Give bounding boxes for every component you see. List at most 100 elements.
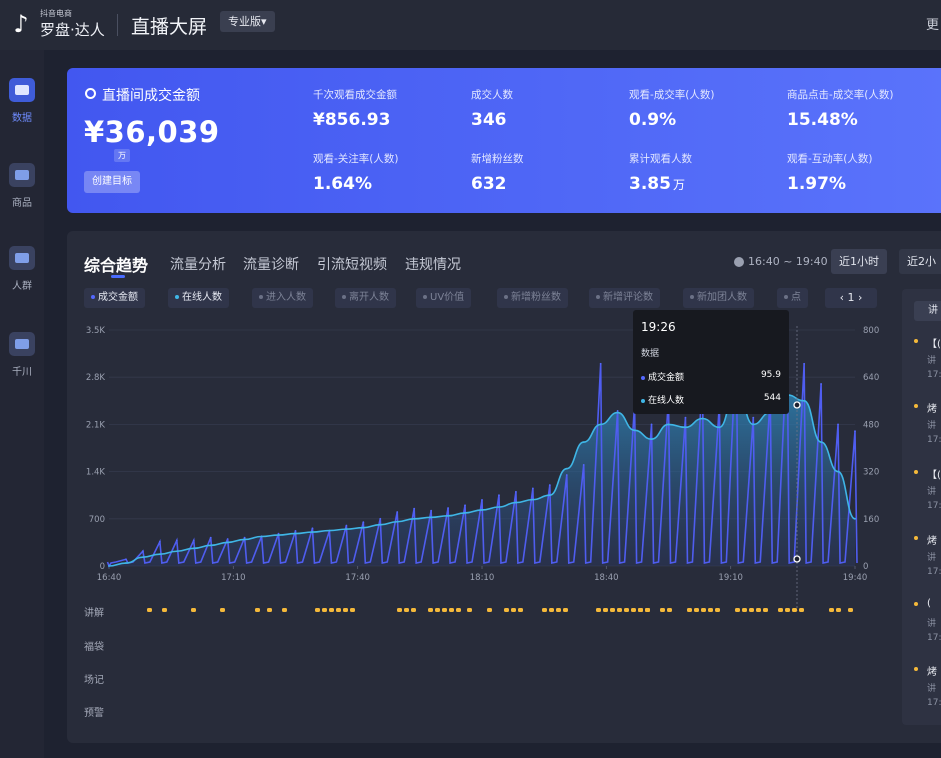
metric-gpm: 千次观看成交金额 ¥856.93 (313, 87, 463, 130)
event-dot (792, 608, 797, 612)
metric-label: 观看-关注率(人数) (313, 153, 399, 165)
event-dot-icon (914, 667, 918, 671)
metric-value: ¥856.93 (313, 110, 391, 130)
event-dot (556, 608, 561, 612)
event-dot (511, 608, 516, 612)
online-point (243, 538, 246, 541)
cart-icon (9, 163, 35, 187)
y-tick-label-left: 0 (100, 562, 105, 572)
event-timeline (147, 608, 853, 612)
y-tick-label-left: 3.5K (86, 326, 106, 336)
event-dot (504, 608, 509, 612)
y-tick-label-right: 800 (863, 326, 879, 336)
online-point (260, 535, 263, 538)
trend-chart[interactable]: 3.5K 2.8K 2.1K 1.4K 700 0 800 640 480 320 160 0 16… (67, 231, 941, 743)
online-point (650, 438, 653, 441)
explain-tab-button[interactable]: 讲 (914, 301, 941, 321)
gmv-point (684, 416, 687, 419)
metric-follow-rate: 观看-关注率(人数) 1.64% (313, 151, 463, 194)
event-dot (147, 608, 152, 612)
gmv-point (752, 416, 755, 419)
event-dot (411, 608, 416, 612)
gmv-point (854, 430, 856, 433)
x-tick-label: 18:10 (470, 573, 495, 583)
gmv-point (158, 540, 161, 543)
x-tick-label: 17:10 (221, 573, 246, 583)
event-dot (255, 608, 260, 612)
gmv-value: ¥36,039 (84, 115, 220, 149)
summary-banner: 直播间成交金额 ¥36,039 万 创建目标 千次观看成交金额 ¥856.93 … (67, 68, 941, 213)
tooltip-row-gmv: 成交金额 95.9 (641, 370, 781, 383)
online-point (837, 470, 839, 473)
online-point (582, 441, 585, 443)
sidebar: 数据 商品 人群 千川 (0, 50, 44, 758)
event-dot (162, 608, 167, 612)
event-dot (542, 608, 547, 612)
logo-title[interactable]: 罗盘·达人 (40, 19, 105, 40)
gmv-point (142, 550, 144, 553)
trend-panel: 综合趋势 流量分析 流量诊断 引流短视频 违规情况 16:40 ~ 19:40 … (67, 231, 941, 743)
online-point (379, 523, 382, 526)
online-point (447, 514, 449, 517)
online-point (565, 467, 568, 470)
metric-value: 1.97% (787, 174, 846, 194)
online-point (820, 441, 822, 443)
pro-version-dropdown[interactable]: 专业版▾ (220, 11, 275, 32)
online-point (209, 544, 212, 547)
online-dot-icon (641, 398, 645, 403)
event-dot (610, 608, 615, 612)
metric-label: 商品点击-成交率(人数) (787, 89, 894, 101)
online-area (109, 389, 855, 566)
y-axis-right: 800 640 480 320 160 0 (863, 326, 879, 572)
more-link[interactable]: 更 (926, 14, 939, 33)
sidebar-item-audience[interactable]: 人群 (0, 246, 44, 292)
hover-marker-online (793, 401, 801, 409)
y-tick-label-right: 640 (863, 373, 879, 383)
event-row-alerts: 预警 (84, 708, 104, 719)
online-point (125, 562, 127, 564)
event-dot (603, 608, 608, 612)
y-tick-label-left: 2.1K (86, 420, 106, 430)
event-dot (563, 608, 568, 612)
create-target-button[interactable]: 创建目标 (84, 171, 140, 193)
online-point (192, 547, 195, 550)
gmv-point (650, 423, 653, 426)
x-tick-label: 17:40 (345, 573, 370, 583)
gmv-point (226, 538, 229, 540)
header-divider (117, 14, 118, 36)
event-dot-icon (914, 470, 918, 474)
online-point (175, 550, 178, 553)
gmv-point (515, 490, 517, 493)
sidebar-item-data[interactable]: 数据 (0, 78, 44, 124)
online-point (396, 520, 399, 523)
event-dot (715, 608, 720, 612)
sidebar-item-products[interactable]: 商品 (0, 163, 44, 209)
gmv-point (548, 484, 551, 486)
online-point (294, 532, 297, 535)
online-point (633, 429, 636, 432)
event-dot (191, 608, 196, 612)
online-point (548, 494, 551, 497)
online-point (667, 423, 670, 426)
online-point (854, 517, 856, 520)
event-dot (687, 608, 692, 612)
event-dot (735, 608, 740, 612)
qianchuan-icon (9, 332, 35, 356)
x-axis: 16:40 17:10 17:40 18:10 18:40 19:10 19:40 (97, 566, 867, 583)
event-dot (518, 608, 523, 612)
online-point (515, 501, 517, 504)
y-tick-label-left: 1.4K (86, 468, 106, 478)
logo-subtitle: 抖音电商 (40, 9, 72, 18)
y-tick-label-right: 480 (863, 420, 879, 430)
online-point (616, 411, 619, 414)
gmv-point (345, 524, 348, 527)
metric-label: 累计观看人数 (629, 153, 692, 165)
event-dot (220, 608, 225, 612)
event-row-field-notes: 场记 (84, 675, 104, 686)
event-dot (549, 608, 554, 612)
online-point (328, 529, 331, 532)
gmv-point (599, 362, 602, 365)
sidebar-item-qianchuan[interactable]: 千川 (0, 332, 44, 378)
x-tick-label: 18:40 (594, 573, 619, 583)
people-icon (9, 246, 35, 270)
